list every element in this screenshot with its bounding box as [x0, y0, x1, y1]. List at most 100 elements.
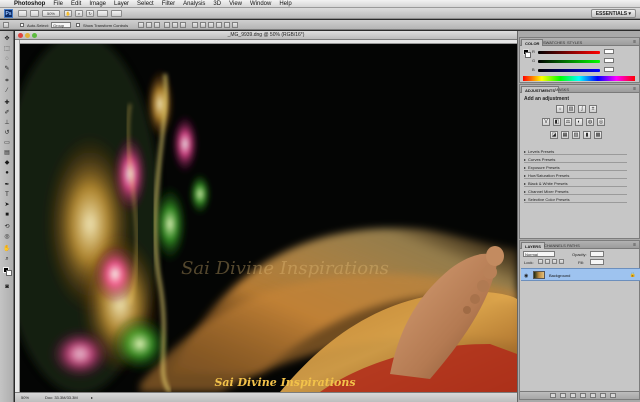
zoom-select[interactable]: 50%: [42, 10, 60, 17]
hand-tool-icon[interactable]: ✋: [3, 245, 11, 253]
trash-icon[interactable]: [610, 393, 616, 398]
lock-transparency-icon[interactable]: [538, 259, 543, 264]
hand-icon[interactable]: ✋: [64, 10, 72, 17]
distribute-top-icon[interactable]: [192, 22, 198, 28]
invert-icon[interactable]: ◪: [550, 131, 558, 139]
type-tool-icon[interactable]: T: [3, 191, 11, 199]
zoom-tool-icon[interactable]: ⌕: [75, 10, 83, 17]
red-slider[interactable]: [538, 51, 600, 54]
distribute-center-icon[interactable]: [224, 22, 230, 28]
menu-analysis[interactable]: Analysis: [183, 1, 205, 7]
rotate-view-icon[interactable]: ↻: [86, 10, 94, 17]
layer-mask-icon[interactable]: [570, 393, 576, 398]
lock-pixels-icon[interactable]: [545, 259, 550, 264]
vibrance-icon[interactable]: V: [542, 118, 550, 126]
lock-position-icon[interactable]: [552, 259, 557, 264]
menu-window[interactable]: Window: [250, 1, 271, 7]
arrange-documents-button[interactable]: [97, 10, 108, 17]
preset-hue-saturation[interactable]: Hue/Saturation Presets: [524, 173, 627, 179]
dodge-tool-icon[interactable]: ●: [3, 169, 11, 177]
move-tool-icon[interactable]: ✥: [3, 35, 11, 43]
menu-filter[interactable]: Filter: [162, 1, 175, 7]
auto-select-dropdown[interactable]: Group: [51, 22, 71, 28]
preset-selective-color[interactable]: Selective Color Presets: [524, 197, 627, 203]
history-brush-tool-icon[interactable]: ↺: [3, 129, 11, 137]
preset-channel-mixer[interactable]: Channel Mixer Presets: [524, 189, 627, 195]
auto-select-checkbox[interactable]: [20, 23, 24, 27]
gradient-map-icon[interactable]: ▮: [583, 131, 591, 139]
blue-value-field[interactable]: [604, 67, 614, 72]
green-slider[interactable]: [538, 60, 600, 63]
transform-controls-checkbox[interactable]: [76, 23, 80, 27]
layer-row-background[interactable]: ◉ Background 🔒: [521, 268, 640, 281]
exposure-icon[interactable]: ±: [589, 105, 597, 113]
menu-edit[interactable]: Edit: [71, 1, 81, 7]
panel-menu-icon[interactable]: ≡: [633, 242, 636, 248]
menu-photoshop[interactable]: Photoshop: [14, 1, 45, 7]
channel-mixer-icon[interactable]: ◎: [597, 118, 605, 126]
selective-color-icon[interactable]: ▩: [594, 131, 602, 139]
align-bottom-icon[interactable]: [154, 22, 160, 28]
curves-icon[interactable]: ∫: [578, 105, 586, 113]
workspace-switcher[interactable]: ESSENTIALS ▾: [590, 9, 636, 18]
lasso-tool-icon[interactable]: ◌: [3, 55, 11, 63]
eyedropper-tool-icon[interactable]: ⁄: [3, 87, 11, 95]
hue-saturation-icon[interactable]: ◧: [553, 118, 561, 126]
bridge-button[interactable]: [18, 10, 27, 17]
fill-field[interactable]: [590, 259, 604, 265]
lock-all-icon[interactable]: [559, 259, 564, 264]
color-balance-icon[interactable]: ⚖: [564, 118, 572, 126]
posterize-icon[interactable]: ▦: [561, 131, 569, 139]
menu-help[interactable]: Help: [279, 1, 291, 7]
menu-select[interactable]: Select: [137, 1, 154, 7]
screen-mode-button[interactable]: [111, 10, 122, 17]
distribute-right-icon[interactable]: [232, 22, 238, 28]
status-arrow-icon[interactable]: ▸: [91, 395, 93, 400]
align-top-icon[interactable]: [138, 22, 144, 28]
align-middle-icon[interactable]: [146, 22, 152, 28]
adjustment-layer-icon[interactable]: [580, 393, 586, 398]
red-value-field[interactable]: [604, 49, 614, 54]
clone-stamp-tool-icon[interactable]: ⊥: [3, 119, 11, 127]
3d-orbit-tool-icon[interactable]: ◎: [3, 233, 11, 241]
green-value-field[interactable]: [604, 58, 614, 63]
distribute-left-icon[interactable]: [216, 22, 222, 28]
align-right-icon[interactable]: [180, 22, 186, 28]
black-white-icon[interactable]: ◐: [575, 118, 583, 126]
shape-tool-icon[interactable]: ■: [3, 211, 11, 219]
panel-menu-icon[interactable]: ≡: [633, 39, 636, 45]
color-spectrum-ramp[interactable]: [523, 76, 635, 81]
status-zoom[interactable]: 50%: [21, 395, 29, 400]
eraser-tool-icon[interactable]: ▭: [3, 139, 11, 147]
layer-style-icon[interactable]: [560, 393, 566, 398]
levels-icon[interactable]: ▥: [567, 105, 575, 113]
menu-image[interactable]: Image: [89, 1, 106, 7]
distribute-middle-icon[interactable]: [200, 22, 206, 28]
blend-mode-select[interactable]: Normal: [523, 251, 555, 257]
align-center-icon[interactable]: [172, 22, 178, 28]
background-color-swatch[interactable]: [6, 270, 12, 276]
brush-tool-icon[interactable]: ✐: [3, 109, 11, 117]
view-extras-button[interactable]: [30, 10, 39, 17]
menu-file[interactable]: File: [53, 1, 63, 7]
healing-brush-tool-icon[interactable]: ✚: [3, 99, 11, 107]
pen-tool-icon[interactable]: ✒: [3, 181, 11, 189]
panel-menu-icon[interactable]: ≡: [633, 86, 636, 92]
move-tool-preset-icon[interactable]: [3, 22, 9, 28]
tab-masks[interactable]: MASKS: [552, 86, 572, 93]
preset-black-white[interactable]: Black & White Presets: [524, 181, 627, 187]
3d-rotate-tool-icon[interactable]: ⟲: [3, 223, 11, 231]
menu-layer[interactable]: Layer: [114, 1, 129, 7]
preset-levels[interactable]: Levels Presets: [524, 149, 627, 155]
menu-view[interactable]: View: [229, 1, 242, 7]
crop-tool-icon[interactable]: ⌗: [3, 77, 11, 85]
align-left-icon[interactable]: [164, 22, 170, 28]
marquee-tool-icon[interactable]: ⬚: [3, 45, 11, 53]
gradient-tool-icon[interactable]: ▤: [3, 149, 11, 157]
brightness-contrast-icon[interactable]: ☼: [556, 105, 564, 113]
opacity-field[interactable]: [590, 251, 604, 257]
preset-curves[interactable]: Curves Presets: [524, 157, 627, 163]
visibility-eye-icon[interactable]: ◉: [524, 273, 528, 279]
blur-tool-icon[interactable]: ◆: [3, 159, 11, 167]
distribute-bottom-icon[interactable]: [208, 22, 214, 28]
